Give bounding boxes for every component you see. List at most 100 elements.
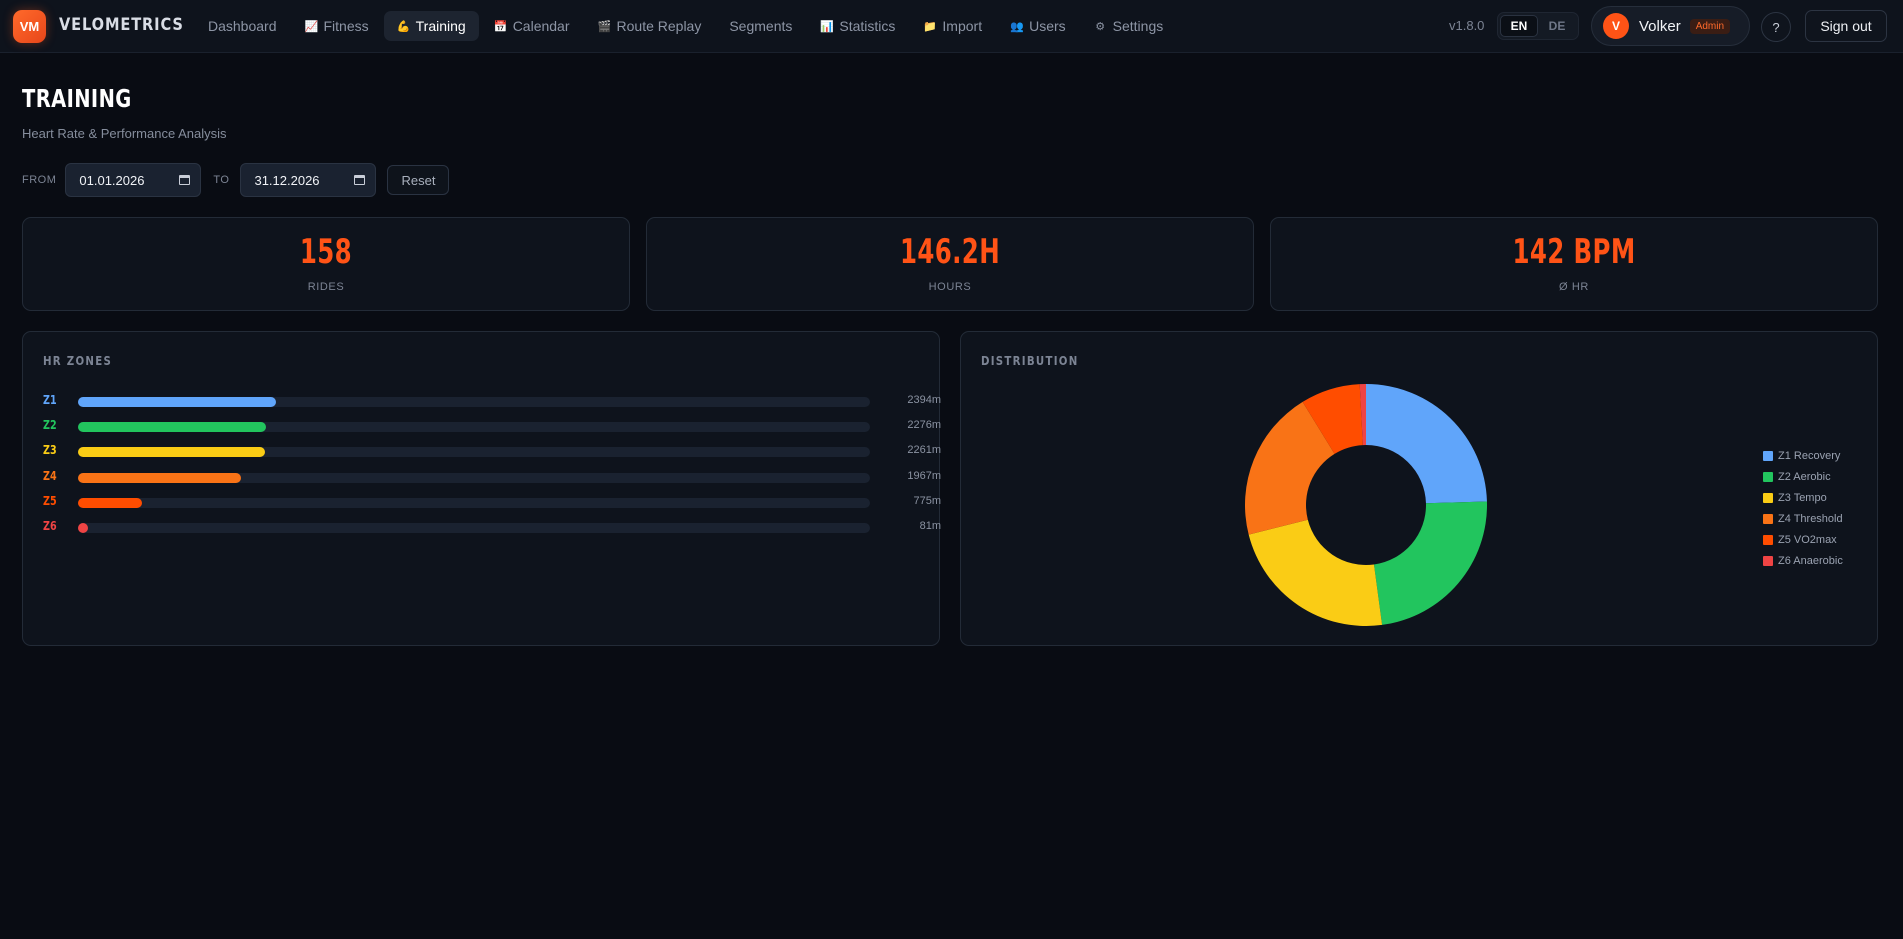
- sign-out-button[interactable]: Sign out: [1805, 10, 1887, 42]
- stat-label: HOURS: [928, 281, 972, 293]
- nav-item-route-replay[interactable]: 🎬 Route Replay: [585, 11, 715, 41]
- to-date-value: 31.12.2026: [254, 172, 320, 188]
- hr-zones-panel: HR ZONES Z1 2394m Z2 2276m Z3 2261m Z4 1967m Z5 7…: [22, 331, 941, 646]
- zone-row-z5: Z5 775m: [43, 493, 941, 509]
- route-replay-icon: 🎬: [597, 20, 612, 33]
- zone-label: Z1: [43, 393, 57, 407]
- stat-value: 158: [299, 232, 353, 272]
- nav-item-label: Segments: [729, 18, 793, 34]
- zone-minutes: 2394m: [907, 394, 941, 406]
- zone-bar-track: [78, 497, 870, 508]
- user-menu[interactable]: V Volker Admin: [1591, 6, 1750, 46]
- zone-bar-track: [78, 472, 870, 483]
- nav-item-dashboard[interactable]: Dashboard: [195, 11, 290, 41]
- zone-label: Z3: [43, 443, 57, 458]
- nav-item-label: Dashboard: [208, 18, 277, 34]
- stat-value: 146.2H: [899, 232, 1001, 272]
- zone-bar-fill: [78, 397, 276, 407]
- legend-label: Z4 Threshold: [1778, 512, 1843, 525]
- legend-label: Z5 VO2max: [1778, 533, 1837, 546]
- zone-row-z1: Z1 2394m: [43, 393, 941, 408]
- nav-item-segments[interactable]: Segments: [716, 11, 805, 41]
- from-label: FROM: [22, 174, 57, 186]
- zone-bar-fill: [78, 447, 265, 458]
- calendar-icon[interactable]: [179, 175, 191, 185]
- zone-bar-track: [78, 523, 870, 533]
- stat-card-hours: 146.2H HOURS: [646, 217, 1254, 311]
- nav-item-label: Route Replay: [616, 18, 702, 34]
- stat-card-rides: 158 RIDES: [22, 217, 630, 311]
- stat-label: RIDES: [307, 281, 345, 293]
- distribution-panel: DISTRIBUTION Z1 Recovery Z2 Aerobic Z3 Tem…: [960, 331, 1878, 646]
- nav-item-import[interactable]: 📁 Import: [910, 11, 995, 41]
- nav-item-training[interactable]: 💪 Training: [383, 11, 479, 41]
- zone-bar-track: [78, 397, 870, 407]
- legend-swatch: [1763, 450, 1773, 461]
- users-icon: 👥: [1010, 20, 1024, 33]
- donut-slice-z3[interactable]: [1248, 519, 1383, 626]
- nav-item-label: Statistics: [839, 18, 896, 34]
- legend-item[interactable]: Z3 Tempo: [1763, 487, 1843, 508]
- nav-item-users[interactable]: 👥 Users: [997, 11, 1079, 41]
- legend-swatch: [1763, 555, 1773, 566]
- legend-item[interactable]: Z6 Anaerobic: [1763, 550, 1843, 571]
- donut-svg: [1245, 384, 1487, 626]
- zone-minutes: 2261m: [907, 444, 941, 457]
- zone-minutes: 2276m: [907, 419, 941, 432]
- zone-bar-track: [78, 447, 870, 458]
- brand-name[interactable]: VELOMETRICS: [59, 15, 184, 35]
- nav-item-label: Training: [415, 18, 466, 34]
- zone-minutes: 775m: [913, 494, 941, 507]
- to-date-input[interactable]: 31.12.2026: [240, 163, 377, 197]
- legend-item[interactable]: Z2 Aerobic: [1763, 466, 1843, 487]
- page-subtitle: Heart Rate & Performance Analysis: [22, 126, 227, 141]
- stat-value: 142 BPM: [1512, 232, 1636, 272]
- zone-bar-fill: [78, 523, 88, 533]
- zone-label: Z5: [43, 493, 57, 508]
- zone-bar-fill: [78, 472, 241, 483]
- main-nav: Dashboard 📈 Fitness 💪 Training 📅 Calendar 🎬 Rout…: [195, 11, 1178, 41]
- legend-swatch: [1763, 492, 1773, 503]
- nav-item-calendar[interactable]: 📅 Calendar: [481, 11, 583, 41]
- chart-legend: Z1 Recovery Z2 Aerobic Z3 Tempo Z4 Threshol…: [1763, 445, 1843, 571]
- distribution-donut-chart: [1245, 384, 1487, 626]
- legend-item[interactable]: Z5 VO2max: [1763, 529, 1843, 550]
- user-name: Volker: [1639, 17, 1681, 35]
- zone-label: Z6: [43, 519, 57, 533]
- app-version: v1.8.0: [1449, 18, 1485, 33]
- zone-row-z4: Z4 1967m: [43, 468, 941, 484]
- nav-item-settings[interactable]: ⚙ Settings: [1081, 11, 1177, 41]
- panel-title: HR ZONES: [43, 354, 113, 368]
- nav-item-fitness[interactable]: 📈 Fitness: [292, 11, 382, 41]
- nav-item-statistics[interactable]: 📊 Statistics: [807, 11, 908, 41]
- avatar: V: [1603, 13, 1629, 39]
- legend-label: Z6 Anaerobic: [1778, 554, 1843, 567]
- to-label: TO: [213, 174, 230, 186]
- zone-bar-track: [78, 422, 870, 433]
- date-filter: FROM 01.01.2026 TO 31.12.2026 Reset: [22, 163, 450, 197]
- app-logo[interactable]: VM: [13, 10, 46, 43]
- calendar-icon: 📅: [493, 20, 508, 33]
- settings-icon: ⚙: [1095, 20, 1106, 33]
- fitness-icon: 📈: [304, 20, 319, 33]
- reset-button[interactable]: Reset: [387, 165, 450, 195]
- stat-card-avg-hr: 142 BPM Ø HR: [1270, 217, 1878, 311]
- legend-item[interactable]: Z1 Recovery: [1763, 445, 1843, 466]
- legend-label: Z1 Recovery: [1778, 449, 1841, 462]
- donut-slice-z2[interactable]: [1373, 501, 1487, 625]
- lang-en-button[interactable]: EN: [1500, 15, 1538, 37]
- panel-title: DISTRIBUTION: [981, 354, 1079, 368]
- from-date-input[interactable]: 01.01.2026: [65, 163, 202, 197]
- training-icon: 💪: [396, 20, 411, 33]
- zone-row-z6: Z6 81m: [43, 519, 941, 534]
- zone-minutes: 1967m: [907, 469, 941, 482]
- calendar-icon[interactable]: [354, 175, 366, 185]
- page-title: TRAINING: [22, 84, 132, 113]
- donut-slice-z1[interactable]: [1366, 384, 1487, 504]
- from-date-value: 01.01.2026: [79, 172, 145, 188]
- help-button[interactable]: ?: [1761, 12, 1791, 42]
- legend-label: Z2 Aerobic: [1778, 470, 1831, 483]
- legend-item[interactable]: Z4 Threshold: [1763, 508, 1843, 529]
- lang-de-button[interactable]: DE: [1538, 15, 1576, 37]
- zone-label: Z4: [43, 468, 57, 483]
